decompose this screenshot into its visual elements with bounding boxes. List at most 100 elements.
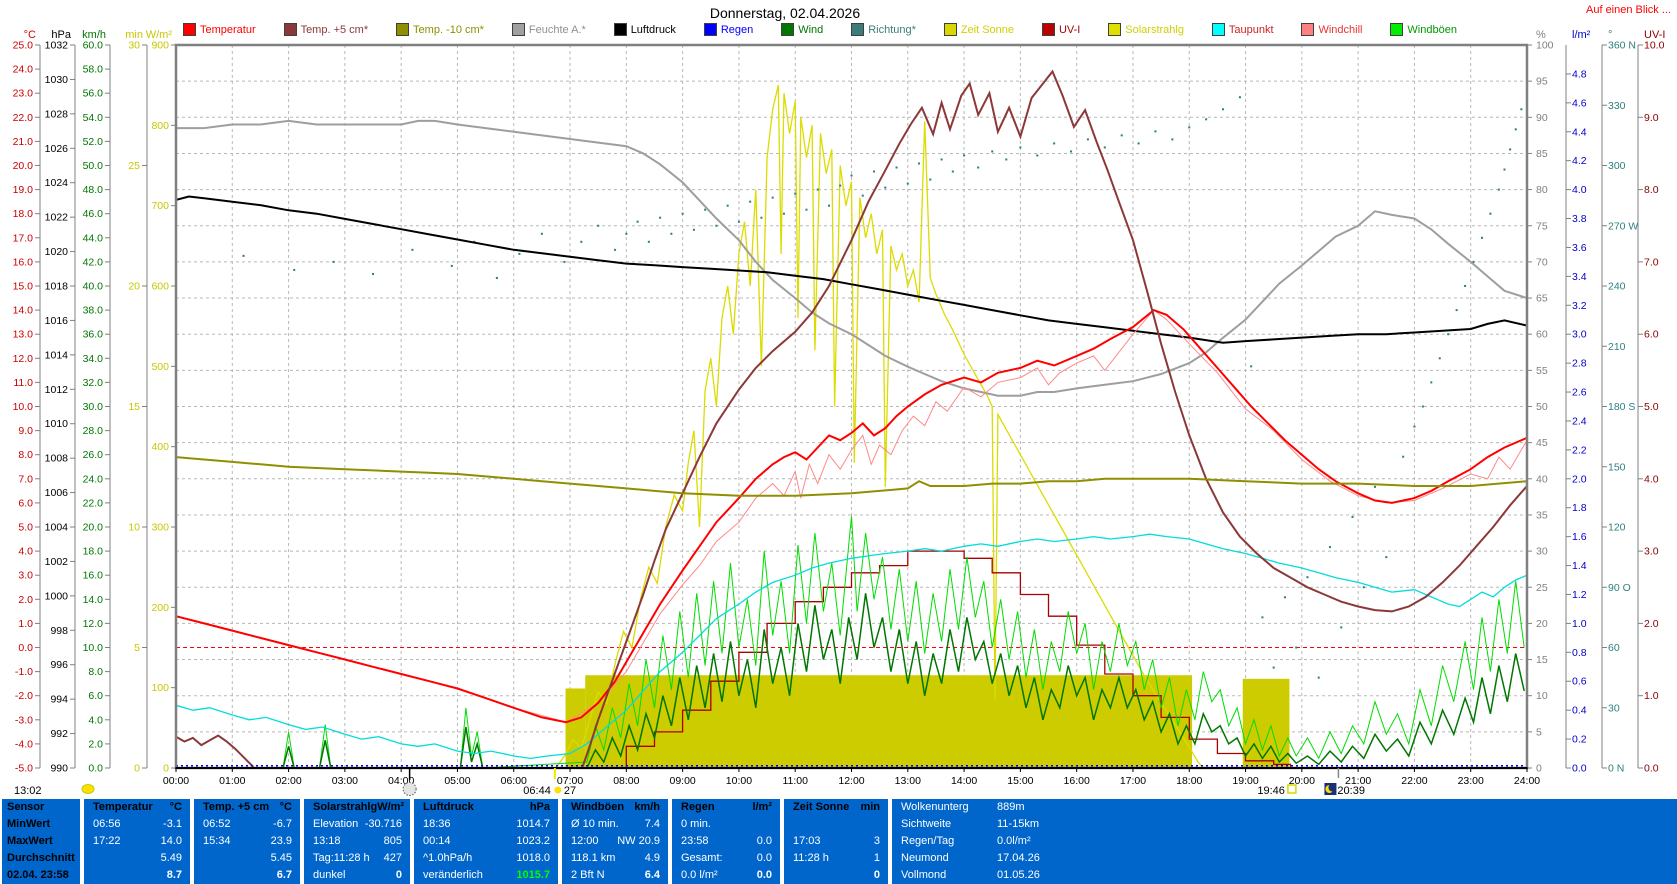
tick-label: 3.4: [1572, 271, 1587, 283]
direction-dot: [496, 277, 498, 279]
axis-right-0: %100959085807570656055504540353025201510…: [1527, 29, 1554, 775]
table-cell-row: 0 min.: [672, 816, 780, 833]
info-row: Wolkenunterg889m: [892, 799, 1677, 816]
tick-label: 3.0: [18, 570, 33, 582]
tick-label: 10.0: [83, 642, 104, 654]
tick-label: 25: [1536, 582, 1548, 594]
table-column-info: Wolkenunterg889mSichtweite11-15kmRegen/T…: [892, 799, 1677, 884]
axis-left-hPa: hPa1032103010281026102410221020101810161…: [45, 29, 75, 775]
cell-label: ^1.0hPa/h: [423, 850, 472, 867]
cell-label: 06:56: [93, 816, 121, 833]
cell-value: 14.0: [161, 833, 182, 850]
table-column-head: Regenl/m²: [672, 799, 780, 816]
tick-label: 25.0: [13, 40, 34, 52]
cell-label: 0.0 l/m²: [681, 867, 718, 884]
tick-label: 25: [128, 160, 140, 172]
tick-label: 30.0: [83, 401, 104, 413]
tick-label: 4.0: [88, 714, 103, 726]
tick-label: 100: [151, 682, 169, 694]
direction-dot: [794, 193, 796, 195]
weather-chart: °C25.024.023.022.021.020.019.018.017.016…: [0, 0, 1677, 799]
direction-dot: [659, 217, 661, 219]
axis-unit: l/m²: [1572, 29, 1591, 41]
direction-dot: [372, 273, 374, 275]
hour-label: 00:00: [163, 775, 189, 787]
cell-value: 0.0: [757, 867, 772, 884]
table-column-temperatur: Temperatur°C06:56-3.117:2214.05.498.7: [84, 799, 190, 884]
tick-label: 28.0: [83, 425, 104, 437]
tick-label: -3.0: [15, 714, 33, 726]
cell-value: 1: [874, 850, 880, 867]
tick-label: 1006: [45, 487, 69, 499]
direction-dot: [1329, 546, 1331, 548]
tick-label: 50: [1536, 401, 1548, 413]
table-cell-row: 8.7: [84, 867, 190, 884]
tick-label: 20: [128, 281, 140, 293]
axis-left-min: min302520151050: [125, 29, 147, 775]
table-column-head: Temperatur°C: [84, 799, 190, 816]
direction-dot: [991, 150, 993, 152]
direction-dot: [1515, 128, 1517, 130]
tick-label: 45: [1536, 437, 1548, 449]
direction-dot: [896, 167, 898, 169]
tick-label: 0.0: [18, 642, 33, 654]
hour-label: 05:00: [444, 775, 470, 787]
tick-label: 30: [1608, 702, 1620, 714]
hour-label: 12:00: [838, 775, 864, 787]
tick-label: 3.8: [1572, 213, 1587, 225]
tick-label: 4.8: [1572, 68, 1587, 80]
direction-dot: [772, 197, 774, 199]
tick-label: 2.2: [1572, 444, 1587, 456]
cell-label: 0 min.: [681, 816, 711, 833]
direction-dot: [704, 209, 706, 211]
direction-dot: [749, 201, 751, 203]
cell-value: 4.9: [645, 850, 660, 867]
direction-dot: [817, 189, 819, 191]
tick-label: -5.0: [15, 763, 33, 775]
column-name: Zeit Sonne: [793, 799, 849, 816]
tick-label: 7.0: [18, 473, 33, 485]
series-zeit_sonne-block: [1243, 679, 1290, 768]
tick-label: 1.0: [1644, 690, 1659, 702]
tick-label: 60.0: [83, 40, 104, 52]
direction-dot: [1439, 357, 1441, 359]
tick-label: 500: [151, 361, 169, 373]
tick-label: 5.0: [18, 522, 33, 534]
table-cell-row: 2 Bft N6.4: [562, 867, 668, 884]
tick-label: 1028: [45, 108, 69, 120]
tick-label: 1014: [45, 349, 69, 361]
direction-dot: [1306, 576, 1308, 578]
tick-label: 0 N: [1608, 763, 1624, 775]
cell-value: 0.0: [757, 850, 772, 867]
tick-label: 54.0: [83, 112, 104, 124]
table-row-header: 02.04. 23:58: [2, 867, 80, 884]
column-unit: km/h: [634, 799, 660, 816]
sunrise-extra: 27: [564, 785, 576, 797]
table-row-header: Sensor: [2, 799, 80, 816]
tick-label: 150: [1608, 461, 1626, 473]
cell-label: 00:14: [423, 833, 451, 850]
direction-dot: [977, 167, 979, 169]
tick-label: 75: [1536, 220, 1548, 232]
series-feuchte: [176, 121, 1527, 396]
tick-label: 600: [151, 281, 169, 293]
grid: [176, 45, 1527, 768]
tick-label: 26.0: [83, 449, 104, 461]
direction-dot: [1363, 586, 1365, 588]
tick-label: 0: [134, 763, 140, 775]
tick-label: 9.0: [18, 425, 33, 437]
stats-table: SensorMinWertMaxWertDurchschnitt02.04. 2…: [0, 799, 1677, 884]
tick-label: 30: [128, 40, 140, 52]
info-label: Vollmond: [901, 867, 997, 884]
table-cell-row: 06:52-6.7: [194, 816, 300, 833]
tick-label: 1030: [45, 74, 69, 86]
tick-label: 35: [1536, 509, 1548, 521]
info-label: Regen/Tag: [901, 833, 997, 850]
tick-label: 5: [1536, 726, 1542, 738]
tick-label: 19.0: [13, 184, 34, 196]
table-row-header: MaxWert: [2, 833, 80, 850]
direction-dot: [682, 213, 684, 215]
tick-label: 10.0: [1644, 40, 1665, 52]
direction-dot: [1489, 213, 1491, 215]
axis-right-1: l/m²4.84.64.44.24.03.83.63.43.23.02.82.6…: [1566, 29, 1591, 775]
